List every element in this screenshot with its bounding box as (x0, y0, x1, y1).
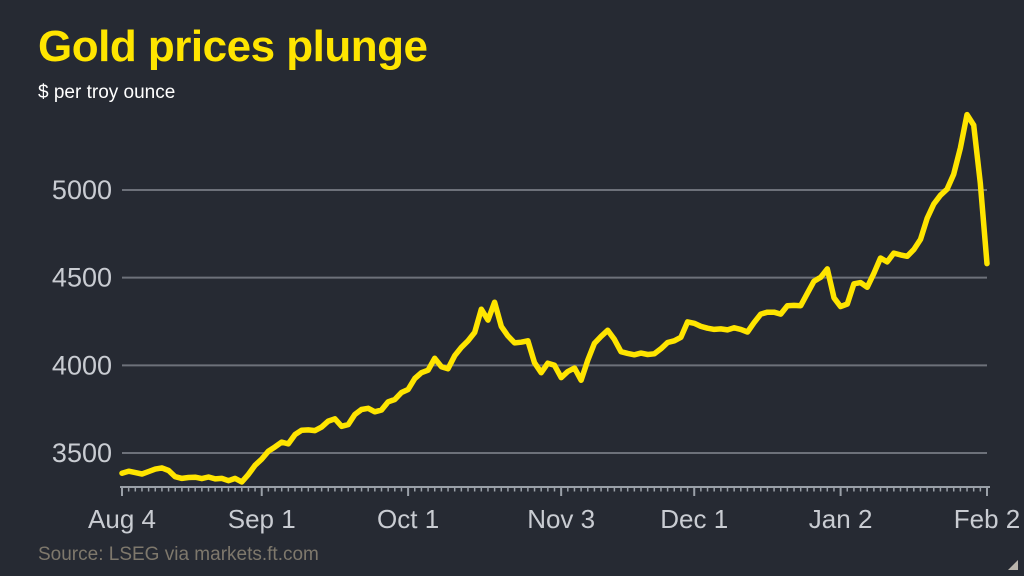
y-tick-label-4500: 4500 (52, 263, 112, 293)
x-tick-label-Dec 1: Dec 1 (660, 504, 728, 534)
chart-unit-label: $ per troy ounce (38, 82, 175, 104)
y-tick-label-3500: 3500 (52, 438, 112, 468)
chart-canvas: 3500 4000 4500 5000 Aug 4 Sep 1 Oct 1 Nov 3 Dec … (0, 0, 1024, 576)
x-tick-label-Sep 1: Sep 1 (228, 504, 296, 534)
x-tick-label-Aug 4: Aug 4 (88, 504, 156, 534)
x-tick-label-Feb 2: Feb 2 (954, 504, 1021, 534)
y-tick-label-4000: 4000 (52, 350, 112, 380)
x-tick-label-Oct 1: Oct 1 (377, 504, 439, 534)
x-tick-label-Nov 3: Nov 3 (527, 504, 595, 534)
resize-handle-icon[interactable] (1008, 560, 1018, 570)
y-tick-label-5000: 5000 (52, 175, 112, 205)
source-attribution: Source: LSEG via markets.ft.com (38, 544, 319, 566)
price-line (122, 115, 987, 482)
x-tick-label-Jan 2: Jan 2 (809, 504, 873, 534)
chart-title: Gold prices plunge (38, 22, 428, 72)
